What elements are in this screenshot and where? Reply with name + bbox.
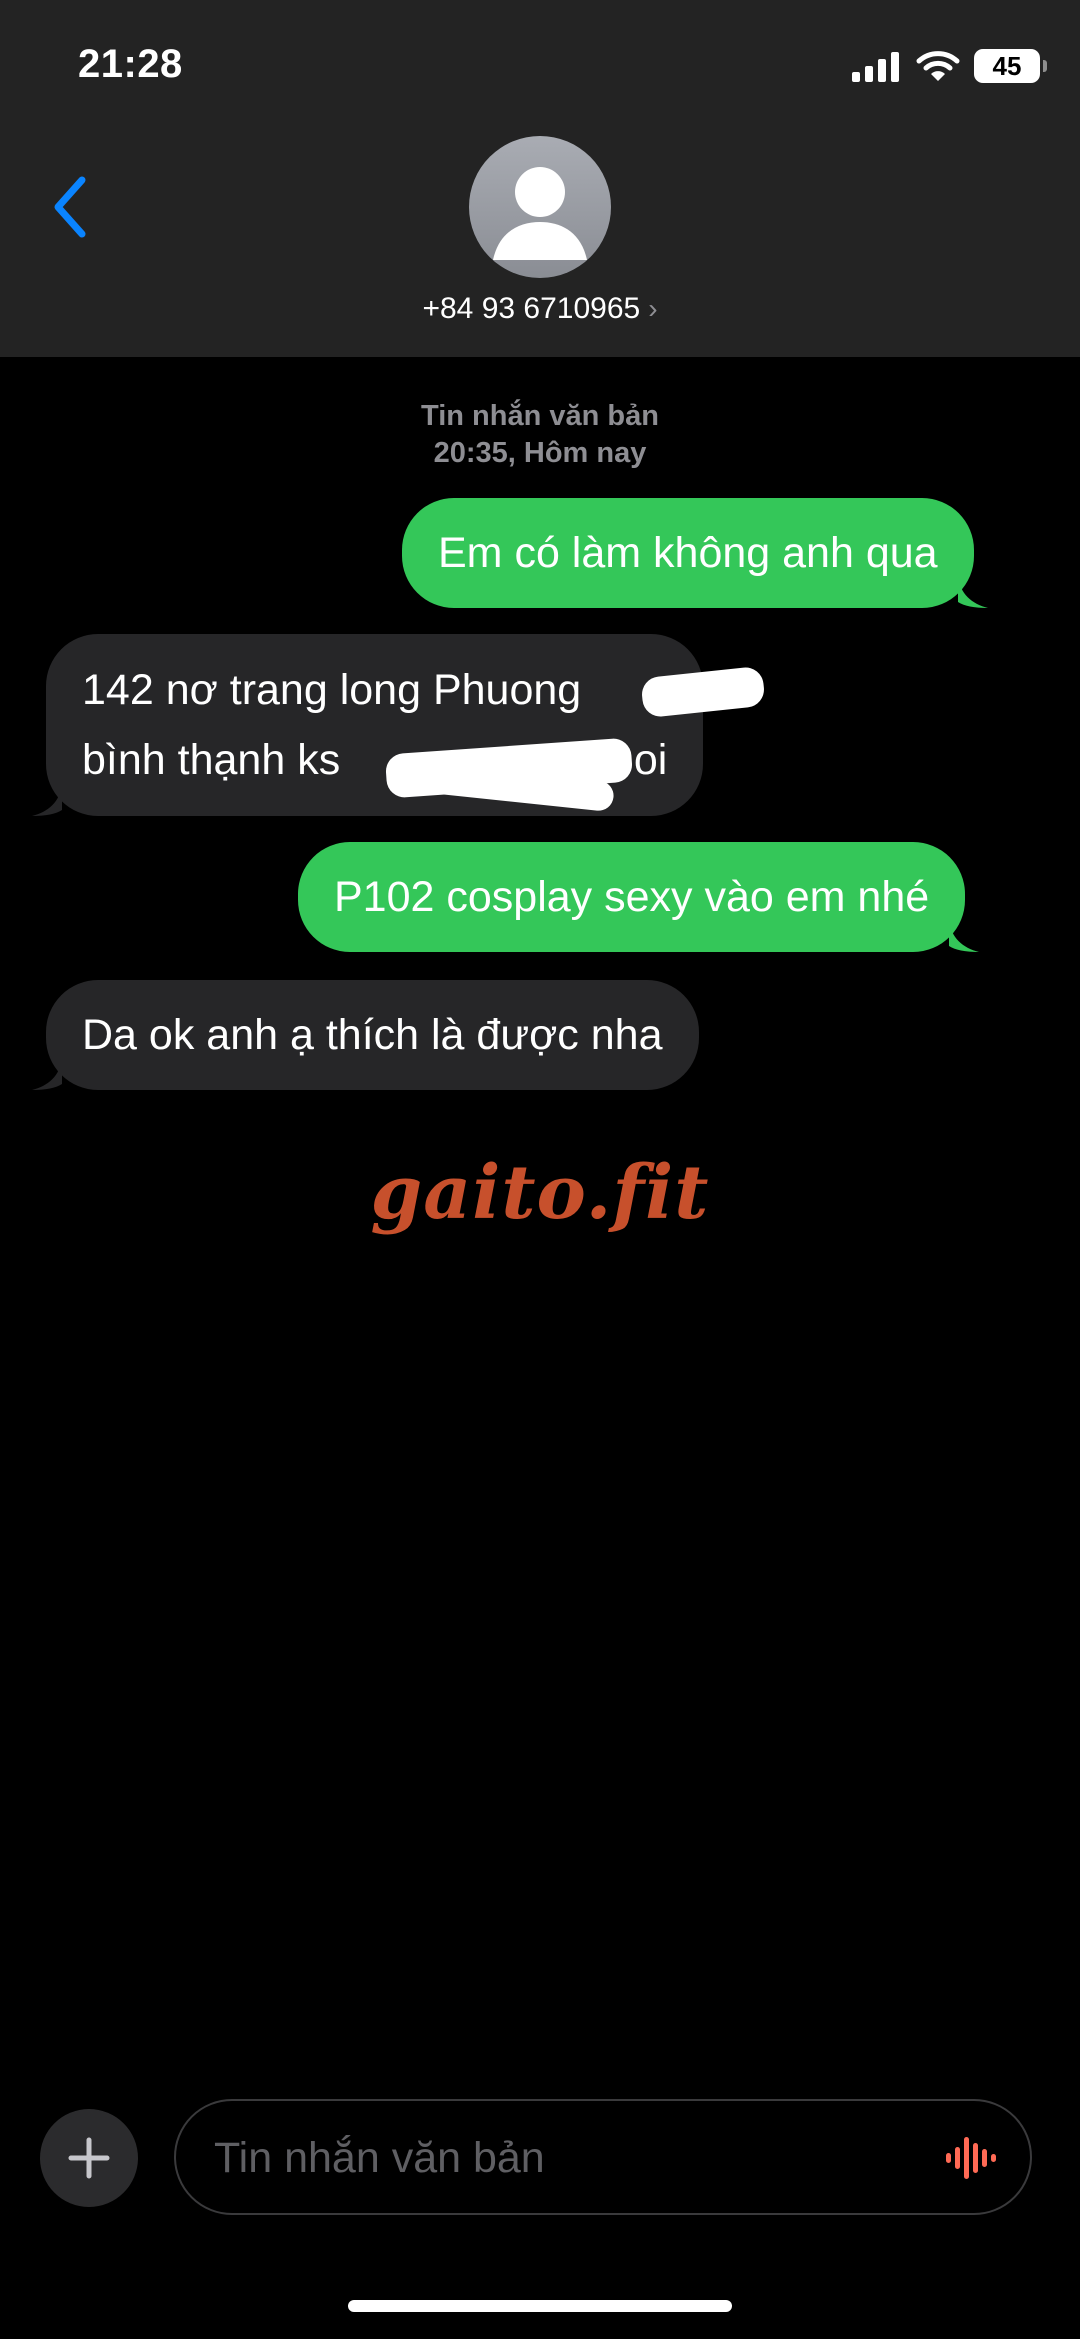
message-text: Da ok anh ạ thích là được nha: [82, 1011, 663, 1059]
message-input-field[interactable]: [174, 2099, 1032, 2215]
message-input[interactable]: [212, 2101, 896, 2215]
status-time: 21:28: [78, 42, 183, 86]
cellular-signal-icon: [852, 52, 899, 82]
message-bubble-sent[interactable]: P102 cosplay sexy vào em nhé: [298, 842, 980, 952]
voice-message-button[interactable]: [942, 2133, 1002, 2183]
message-text: bình thạnh ks: [82, 736, 341, 784]
chevron-right-icon: ›: [648, 293, 658, 324]
back-button[interactable]: [40, 170, 100, 244]
contact-avatar[interactable]: [469, 136, 611, 278]
wifi-icon: [916, 51, 960, 81]
message-text: 142 nơ trang long Phuong: [82, 666, 582, 714]
battery-level: 45: [992, 50, 1022, 81]
home-indicator[interactable]: [348, 2300, 732, 2312]
bubble-tail: [949, 920, 980, 952]
waveform-icon: [946, 2137, 996, 2179]
message-bubble-received[interactable]: 142 nơ trang long Phuong bình thạnh ksan…: [32, 634, 766, 816]
message-meta: Tin nhắn văn bản 20:35, Hôm nay: [0, 398, 1080, 472]
add-attachment-button[interactable]: [40, 2109, 138, 2207]
person-icon: [493, 167, 587, 260]
message-bubble-received[interactable]: Da ok anh ạ thích là được nha: [32, 980, 699, 1090]
message-text-line: 142 nơ trang long Phuong: [82, 655, 667, 725]
bubble-tail: [32, 784, 62, 816]
chevron-left-icon: [54, 176, 86, 238]
bubble-tail: [32, 1058, 62, 1090]
conversation-header: 21:28 45 +84 93 6710965 ›: [0, 0, 1080, 357]
watermark-logo: gaito.fit: [370, 1150, 710, 1236]
battery-indicator: 45: [974, 49, 1047, 83]
contact-name[interactable]: +84 93 6710965 ›: [0, 292, 1080, 326]
plus-icon: [68, 2137, 110, 2179]
message-timestamp: 20:35, Hôm nay: [433, 437, 647, 469]
contact-phone: +84 93 6710965: [422, 292, 641, 325]
message-type-label: Tin nhắn văn bản: [421, 400, 659, 432]
bubble-tail: [957, 576, 988, 608]
message-bubble-sent[interactable]: Em có làm không anh qua: [402, 498, 988, 608]
status-indicators: 45: [852, 46, 1047, 86]
message-text: P102 cosplay sexy vào em nhé: [334, 873, 930, 921]
message-text: Em có làm không anh qua: [438, 529, 938, 577]
